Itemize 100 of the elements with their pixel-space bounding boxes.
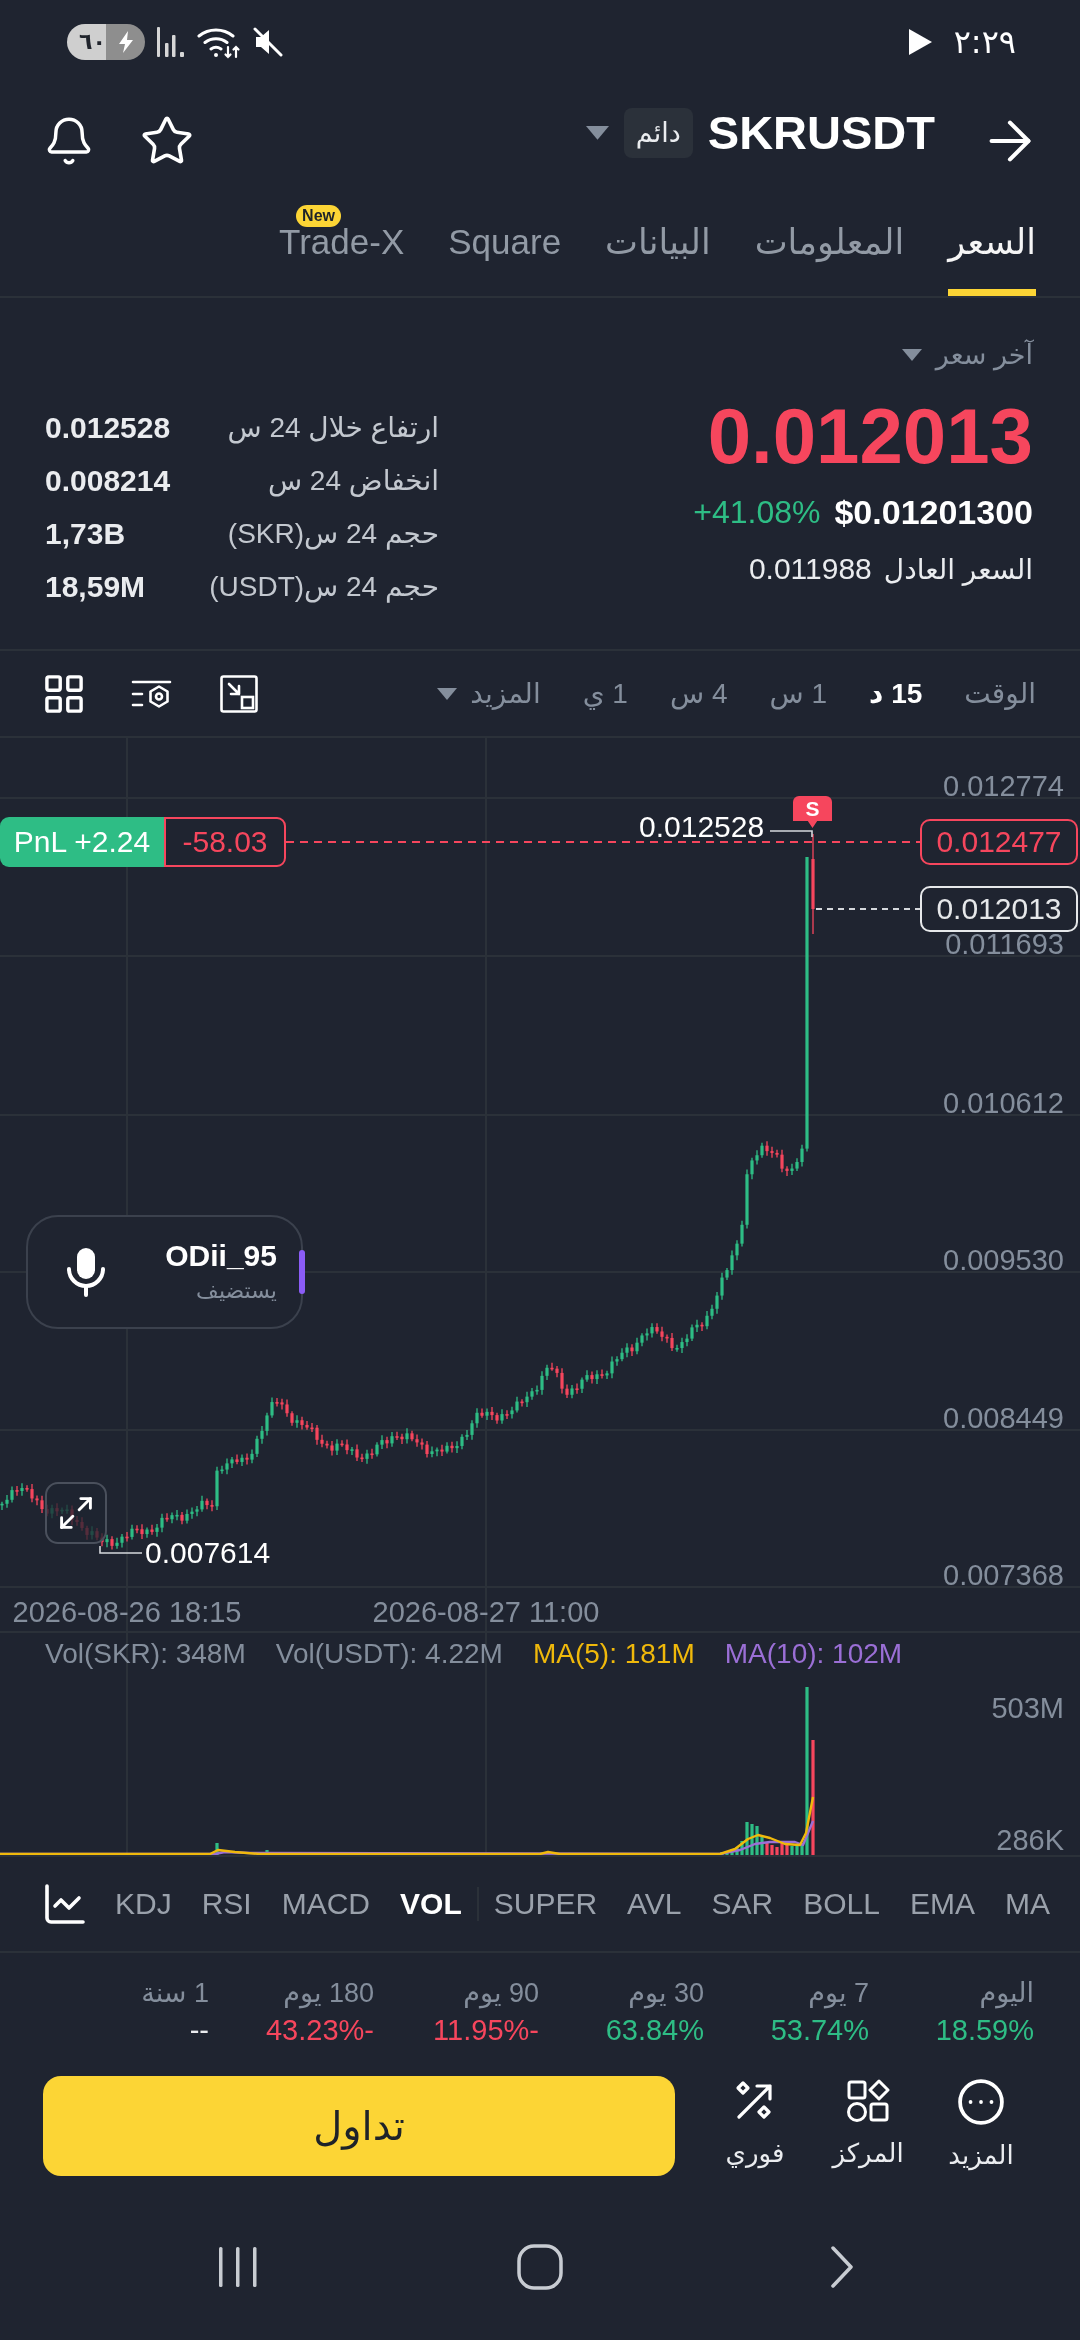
usd-price: $0.01201300 [834,492,1033,532]
mute-icon [253,27,283,57]
interval-option[interactable]: 15 د [869,673,923,714]
shortcut-button[interactable]: المزيد [931,2076,1031,2173]
speaker-indicator [299,1250,305,1294]
indicator-tab[interactable]: SUPER [493,1884,598,1924]
return-value: 63.84% [605,2013,704,2047]
contract-type-badge: دائم [623,108,693,158]
stat-label: ارتفاع خلال 24 س [227,411,439,444]
host-name: ODii_95 [165,1238,277,1274]
return-value: 53.74% [770,2013,869,2047]
picture-in-picture-icon[interactable] [220,674,258,713]
stat-label: حجم 24 س(SKR) [227,517,439,550]
caret-icon [901,349,922,361]
period-label: 90 يوم [463,1977,539,2011]
stat-value: 0.008214 [45,463,171,498]
last-price-tag: 0.012013 [920,886,1078,932]
time-axis-label: 2026-08-26 18:15 [12,1597,242,1627]
interval-option[interactable]: 4 س [669,673,728,714]
volume-legend-item: MA(5): 181M [532,1638,695,1670]
tab[interactable]: Trade-X New [279,190,405,296]
bolt-icon [119,31,133,53]
pnl-badge: PnL +2.24 [0,817,164,867]
new-badge: New [296,205,341,227]
shortcut-button[interactable]: المركز [818,2076,918,2173]
expand-chart-button[interactable] [45,1482,107,1544]
tab[interactable]: Square [448,190,562,296]
last-price: 0.012013 [707,391,1033,481]
shapes-icon [846,2079,890,2123]
indicator-tab[interactable]: MA [1005,1884,1050,1924]
volume-axis-label: 286K [996,1827,1064,1853]
stat-value: 0.012528 [45,410,171,445]
indicator-tab[interactable]: BOLL [803,1884,880,1924]
indicator-tab[interactable]: AVL [627,1884,682,1924]
symbol-title[interactable]: SKRUSDT [707,105,935,161]
price-change: +41.08% [693,493,821,531]
indicator-tab[interactable]: MACD [281,1884,371,1924]
indicator-tab[interactable]: VOL [400,1884,462,1924]
price-axis-label: 0.012774 [943,773,1064,799]
caret-icon[interactable] [585,126,609,140]
interval-option[interactable]: 1 ي [582,673,628,714]
price-axis-label: 0.010612 [943,1090,1064,1116]
mic-icon [66,1247,106,1297]
signal-icon [157,27,185,57]
period-label: 7 يوم [808,1977,869,2011]
volume-legend-item: MA(10): 102M [724,1638,903,1670]
play-icon [908,29,932,55]
period-label: اليوم [979,1977,1034,2011]
return-value: -43.23% [265,2013,374,2047]
tab[interactable]: السعر [948,190,1036,296]
period-label: 30 يوم [628,1977,704,2011]
chart-settings-icon[interactable] [131,678,172,709]
volume-legend-item: Vol(USDT): 4.22M [275,1638,503,1670]
host-role: يستضيف [196,1277,277,1305]
return-value: 18.59% [935,2013,1034,2047]
battery-level: ٦٠ [79,29,106,55]
price-axis-label: 0.008449 [943,1405,1064,1431]
grid-icon[interactable] [45,674,83,713]
back-icon[interactable] [830,2244,854,2289]
tab[interactable]: البيانات [605,190,711,296]
trade-button[interactable]: تداول [43,2076,675,2176]
price-type-selector[interactable]: آخر سعر [901,334,1033,376]
period-label: 1 سنة [141,1977,209,2010]
high-price-label: 0.012528 [639,814,765,840]
price-axis-label: 0.011693 [945,931,1064,957]
indicator-tab[interactable]: RSI [201,1884,252,1924]
status-time: ٢:٢٩ [953,22,1016,62]
stat-value: 18,59M [45,569,146,604]
shortcut-button[interactable]: فوري [705,2076,805,2173]
more-intervals-button[interactable]: المزيد [437,677,541,710]
indicator-tab[interactable]: SAR [711,1884,774,1924]
fair-price-value: 0.011988 [748,552,872,586]
indicator-tab[interactable]: EMA [909,1884,975,1924]
star-icon[interactable] [142,116,192,166]
pnl-value: -58.03 [164,817,286,867]
high-price-leader [769,830,813,838]
stat-label: انخفاض 24 س [267,464,439,497]
recent-apps-icon[interactable] [217,2246,259,2287]
low-price-label: 0.007614 [145,1540,271,1566]
bell-icon[interactable] [46,117,92,165]
stat-value: 1,73B [45,516,126,551]
price-axis-label: 0.009530 [943,1247,1064,1273]
tab[interactable]: المعلومات [754,190,905,296]
volume-legend-item: Vol(SKR): 348M [45,1638,246,1670]
volume-bar [215,1843,219,1855]
indicator-tab[interactable]: KDJ [115,1884,172,1924]
sell-marker: S [793,796,832,828]
interval-label: الوقت [964,677,1036,710]
volume-axis-label: 503M [991,1695,1064,1721]
interval-option[interactable]: 1 س [769,673,828,714]
period-label: 180 يوم [283,1977,374,2011]
price-axis-label: 0.007368 [943,1562,1064,1588]
low-price-leader [99,1545,143,1554]
caret-icon [437,687,458,700]
return-value: -- [189,2013,209,2047]
chart-line-icon[interactable] [45,1884,85,1924]
stat-label: حجم 24 س(USDT) [209,570,439,603]
entry-price-tag: 0.012477 [920,819,1078,865]
home-icon[interactable] [517,2243,563,2290]
return-value: -11.95% [433,2013,539,2047]
